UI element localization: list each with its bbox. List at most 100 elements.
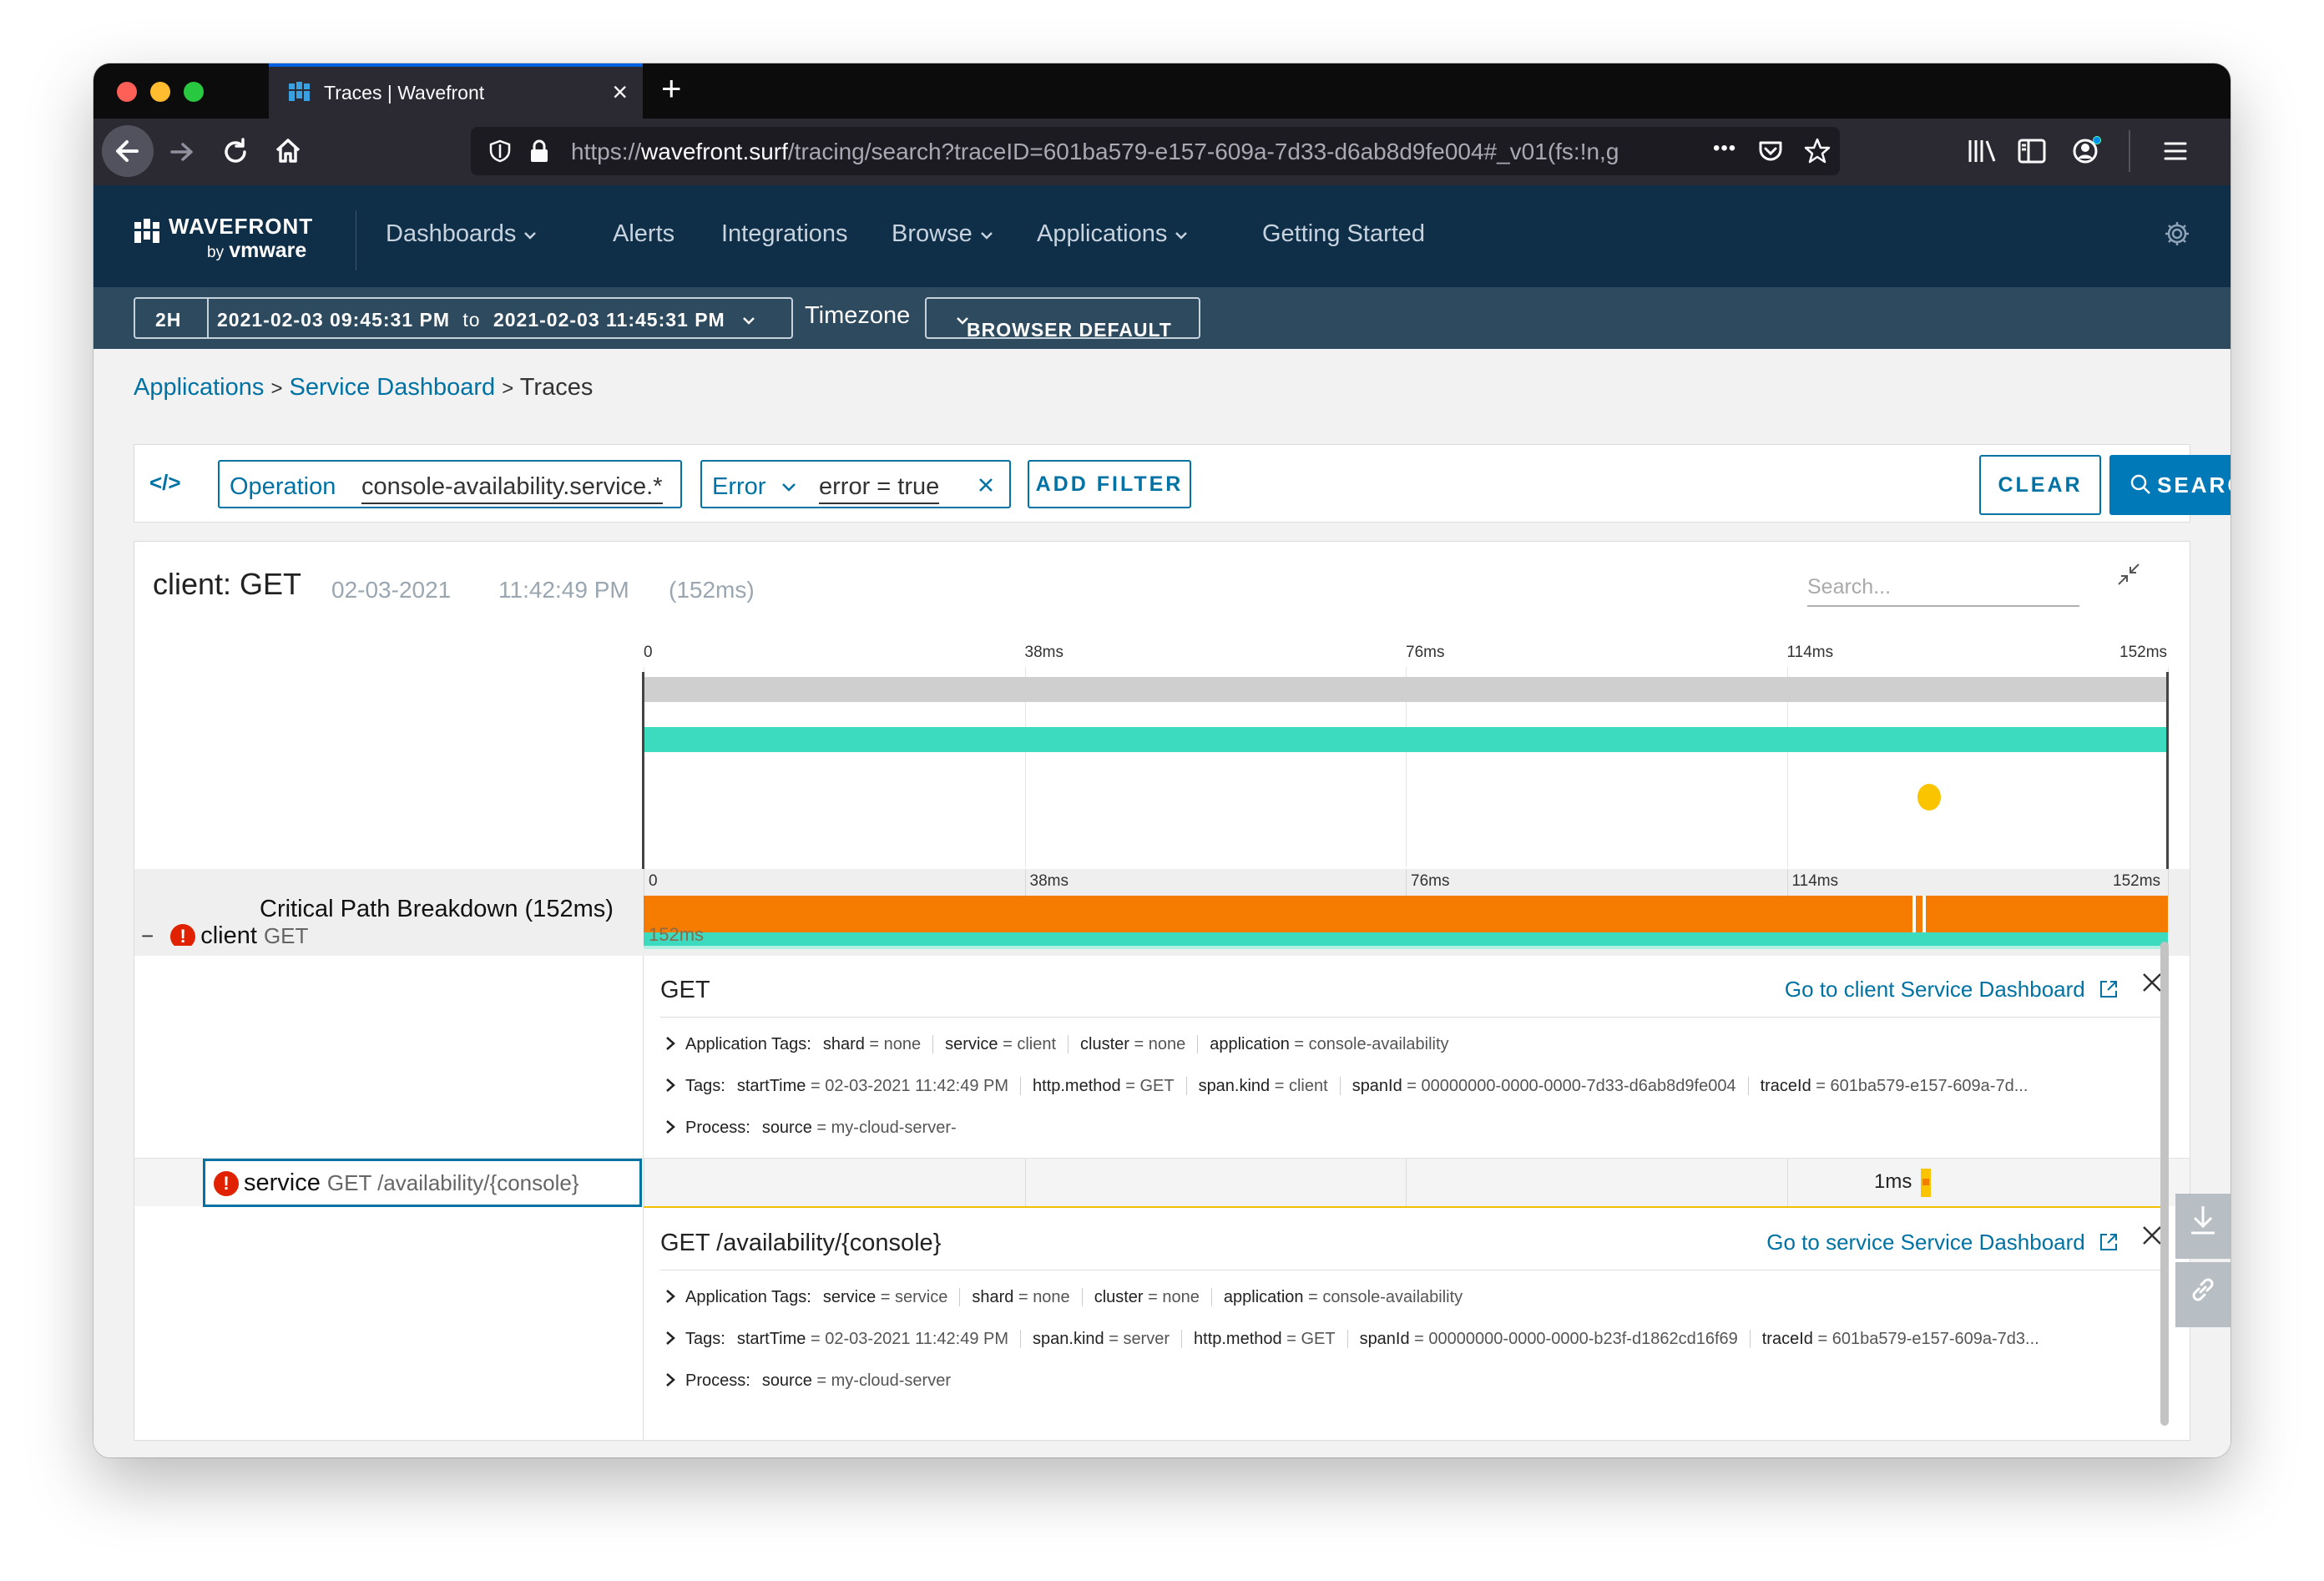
collapse-icon[interactable] bbox=[2116, 562, 2141, 587]
tag-source[interactable]: source = my-cloud-server bbox=[762, 1371, 962, 1390]
hamburger-menu-icon[interactable] bbox=[2160, 137, 2190, 165]
tag-span-kind[interactable]: span.kind = server bbox=[1020, 1330, 1182, 1348]
share-link-button[interactable] bbox=[2175, 1262, 2231, 1327]
tag-starttime[interactable]: startTime = 02-03-2021 11:42:49 PM bbox=[737, 1077, 1020, 1095]
span-row-client[interactable]: −! client GET bbox=[141, 922, 308, 946]
trace-search-input[interactable]: Search... bbox=[1807, 572, 2079, 607]
lock-icon[interactable] bbox=[528, 139, 551, 164]
tag-traceid[interactable]: traceId = 601ba579-e157-609a-7d... bbox=[1747, 1077, 2040, 1095]
menu-item-integrations[interactable]: Integrations bbox=[721, 220, 848, 248]
tag-http-method[interactable]: http.method = GET bbox=[1020, 1077, 1186, 1095]
process-row[interactable]: Process: source = my-cloud-server bbox=[662, 1371, 2156, 1391]
timeline-left-handle[interactable] bbox=[642, 672, 644, 889]
tag-spanid[interactable]: spanId = 00000000-0000-0000-7d33-d6ab8d9… bbox=[1339, 1077, 1748, 1095]
code-view-icon[interactable]: </> bbox=[149, 470, 181, 496]
pocket-icon[interactable] bbox=[1756, 137, 1785, 165]
tag-cluster[interactable]: cluster = none bbox=[1081, 1288, 1211, 1306]
span-bar-client[interactable] bbox=[644, 932, 2168, 946]
tag-traceid[interactable]: traceId = 601ba579-e157-609a-7d3... bbox=[1749, 1330, 2051, 1348]
wavefront-logo-text[interactable]: WAVEFRONT bbox=[169, 214, 313, 240]
tag-shard[interactable]: shard = none bbox=[959, 1288, 1082, 1306]
service-dashboard-link[interactable]: Go to service Service Dashboard bbox=[1766, 1230, 2119, 1255]
tag-application[interactable]: application = console-availability bbox=[1197, 1035, 1461, 1053]
tag-application[interactable]: application = console-availability bbox=[1210, 1288, 1475, 1306]
breadcrumb-service-dashboard[interactable]: Service Dashboard bbox=[290, 374, 496, 401]
application-tags-row[interactable]: Application Tags: shard = none service = c… bbox=[662, 1035, 2156, 1054]
close-window-button[interactable] bbox=[117, 82, 137, 102]
download-button[interactable] bbox=[2175, 1194, 2231, 1259]
tag-http-method[interactable]: http.method = GET bbox=[1181, 1330, 1347, 1348]
menu-item-dashboards[interactable]: Dashboards bbox=[386, 220, 538, 248]
time-range-picker[interactable]: 2H 2021-02-03 09:45:31 PM to 2021-02-03 … bbox=[134, 297, 793, 339]
breadcrumb-applications[interactable]: Applications bbox=[134, 374, 264, 401]
span-overview-bar-client[interactable] bbox=[644, 727, 2168, 752]
tag-service[interactable]: service = client bbox=[932, 1035, 1069, 1053]
span-row-service[interactable]: ! service GET /availability/{console} bbox=[203, 1159, 642, 1207]
search-button[interactable]: SEARCH bbox=[2109, 455, 2231, 515]
timeline-right-handle[interactable] bbox=[2166, 672, 2169, 889]
error-filter[interactable]: Error error = true bbox=[700, 460, 1011, 508]
sidebar-toggle-icon[interactable] bbox=[2017, 137, 2047, 165]
minimize-window-button[interactable] bbox=[150, 82, 170, 102]
tag-cluster[interactable]: cluster = none bbox=[1068, 1035, 1198, 1053]
menu-item-getting-started[interactable]: Getting Started bbox=[1262, 220, 1425, 248]
tags-row[interactable]: Tags: startTime = 02-03-2021 11:42:49 PM h… bbox=[662, 1077, 2156, 1096]
critical-path-bar[interactable] bbox=[644, 896, 2168, 932]
zoom-window-button[interactable] bbox=[184, 82, 204, 102]
tags-row[interactable]: Tags: startTime = 02-03-2021 11:42:49 PM s… bbox=[662, 1330, 2156, 1349]
error-filter-key[interactable]: Error bbox=[712, 473, 798, 501]
panel-scrollbar[interactable] bbox=[2160, 942, 2169, 1426]
operation-filter-value[interactable]: console-availability.service.* bbox=[361, 473, 663, 504]
critical-path-bar-label: 152ms bbox=[649, 924, 705, 945]
chevron-right-icon[interactable] bbox=[662, 1119, 679, 1135]
home-icon[interactable] bbox=[270, 134, 306, 169]
bookmark-star-icon[interactable] bbox=[1803, 137, 1831, 165]
clear-button[interactable]: CLEAR bbox=[1979, 455, 2101, 515]
chevron-right-icon[interactable] bbox=[662, 1077, 679, 1094]
timezone-dropdown[interactable]: BROWSER DEFAULT bbox=[925, 297, 1200, 341]
add-filter-button[interactable]: ADD FILTER bbox=[1028, 460, 1191, 508]
critical-path-row: Critical Path Breakdown (152ms) 0 38ms 76m… bbox=[134, 869, 2190, 956]
menu-item-alerts[interactable]: Alerts bbox=[613, 220, 674, 248]
gear-icon[interactable] bbox=[2164, 220, 2190, 247]
chevron-right-icon[interactable] bbox=[662, 1035, 679, 1052]
new-tab-button[interactable]: + bbox=[661, 70, 682, 107]
tag-source[interactable]: source = my-cloud-server- bbox=[762, 1119, 968, 1137]
span-overview-marker-service[interactable] bbox=[1917, 784, 1941, 811]
tag-shard[interactable]: shard = none bbox=[823, 1035, 932, 1053]
operation-filter[interactable]: Operation console-availability.service.* bbox=[218, 460, 682, 508]
application-tags-row[interactable]: Application Tags: service = service shard … bbox=[662, 1288, 2156, 1307]
remove-filter-icon[interactable] bbox=[978, 477, 994, 493]
tag-service[interactable]: service = service bbox=[823, 1288, 960, 1306]
close-tab-icon[interactable]: × bbox=[612, 77, 628, 107]
critical-path-service-segment[interactable] bbox=[1916, 896, 1922, 932]
process-row[interactable]: Process: source = my-cloud-server- bbox=[662, 1119, 2156, 1138]
forward-arrow-icon[interactable] bbox=[165, 135, 199, 169]
collapse-toggle-icon[interactable]: − bbox=[141, 923, 154, 946]
menu-item-browse[interactable]: Browse bbox=[892, 220, 994, 248]
chevron-right-icon[interactable] bbox=[662, 1371, 679, 1388]
client-dashboard-link[interactable]: Go to client Service Dashboard bbox=[1785, 977, 2119, 1003]
reload-icon[interactable] bbox=[219, 135, 252, 169]
url-bar[interactable]: https://wavefront.surf/tracing/search?tr… bbox=[471, 127, 1840, 175]
span-detail-service: GET /availability/{console} Go to servic… bbox=[644, 1210, 2178, 1440]
wavefront-logo-icon[interactable] bbox=[134, 217, 160, 245]
chevron-right-icon[interactable] bbox=[662, 1288, 679, 1305]
time-window-label[interactable]: 2H bbox=[155, 309, 181, 331]
tag-span-kind[interactable]: span.kind = client bbox=[1185, 1077, 1340, 1095]
browser-tab-active[interactable]: Traces | Wavefront × bbox=[269, 63, 643, 119]
account-icon[interactable] bbox=[2070, 134, 2104, 167]
menu-item-applications[interactable]: Applications bbox=[1037, 220, 1189, 248]
tag-spanid[interactable]: spanId = 00000000-0000-0000-b23f-d1862cd… bbox=[1346, 1330, 1750, 1348]
tag-starttime[interactable]: startTime = 02-03-2021 11:42:49 PM bbox=[737, 1330, 1020, 1348]
back-button[interactable] bbox=[102, 125, 154, 177]
tracking-shield-icon[interactable] bbox=[488, 139, 513, 164]
page-actions-icon[interactable]: ••• bbox=[1713, 137, 1736, 160]
trace-panel: client: GET 02-03-2021 11:42:49 PM (152m… bbox=[134, 541, 2190, 1441]
trace-overview-bar bbox=[644, 677, 2168, 702]
error-filter-value[interactable]: error = true bbox=[819, 473, 940, 504]
url-text[interactable]: https://wavefront.surf/tracing/search?tr… bbox=[571, 139, 1715, 165]
chevron-right-icon[interactable] bbox=[662, 1330, 679, 1346]
library-icon[interactable] bbox=[1967, 137, 1998, 165]
span-detail-client: GET Go to client Service Dashboard Appli… bbox=[644, 957, 2178, 1157]
